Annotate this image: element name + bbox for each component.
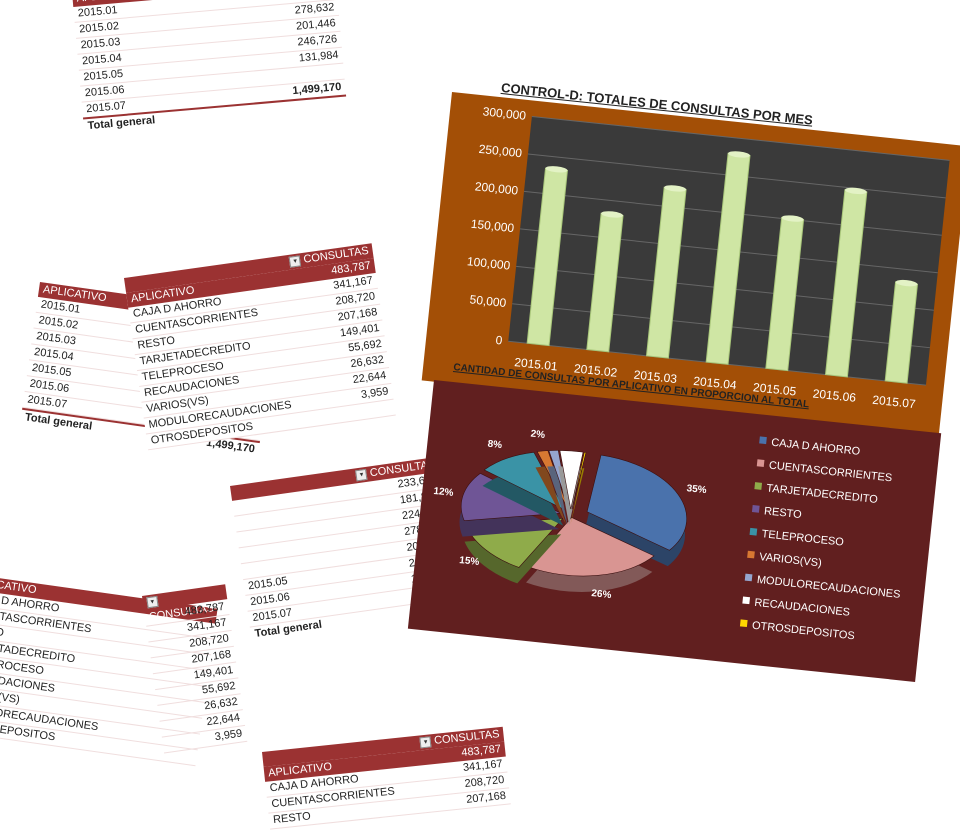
- pie-percent-label: 12%: [433, 486, 454, 499]
- pie-percent-label: 8%: [487, 439, 503, 451]
- pie-chart: 35%26%15%12%8%2% CAJA D AHORROCUENTASCOR…: [407, 380, 942, 682]
- legend-swatch: [742, 596, 751, 605]
- legend-swatch: [749, 527, 758, 536]
- pie-percent-label: 26%: [591, 588, 612, 601]
- pie-percent-label: 35%: [686, 483, 707, 496]
- legend-swatch: [759, 436, 767, 445]
- pie-percent-label: 2%: [530, 429, 546, 441]
- legend-swatch: [756, 459, 765, 467]
- legend-swatch: [747, 550, 755, 559]
- month-table-top: APLICATIVO 181,845 2015.01224,874 2015.0…: [72, 0, 348, 135]
- bar-chart: 050,000100,000150,000200,000250,000300,0…: [421, 92, 960, 435]
- legend-swatch: [739, 619, 748, 628]
- pie-percent-label: 15%: [459, 555, 480, 568]
- legend-swatch: [744, 573, 753, 582]
- filter-icon[interactable]: ▾: [355, 468, 368, 481]
- filter-icon[interactable]: ▾: [288, 254, 302, 268]
- filter-icon[interactable]: ▾: [419, 735, 432, 748]
- legend-swatch: [754, 482, 763, 490]
- legend-swatch: [751, 504, 760, 513]
- app-table-bottom: ▾ CONSULTAS APLICATIVO 483,787 CAJA D AHOR…: [262, 726, 511, 830]
- filter-icon[interactable]: ▾: [146, 595, 159, 608]
- app-table-mid: ▾ CONSULTAS APLICATIVO 483,787 CAJA D AHOR…: [124, 243, 396, 451]
